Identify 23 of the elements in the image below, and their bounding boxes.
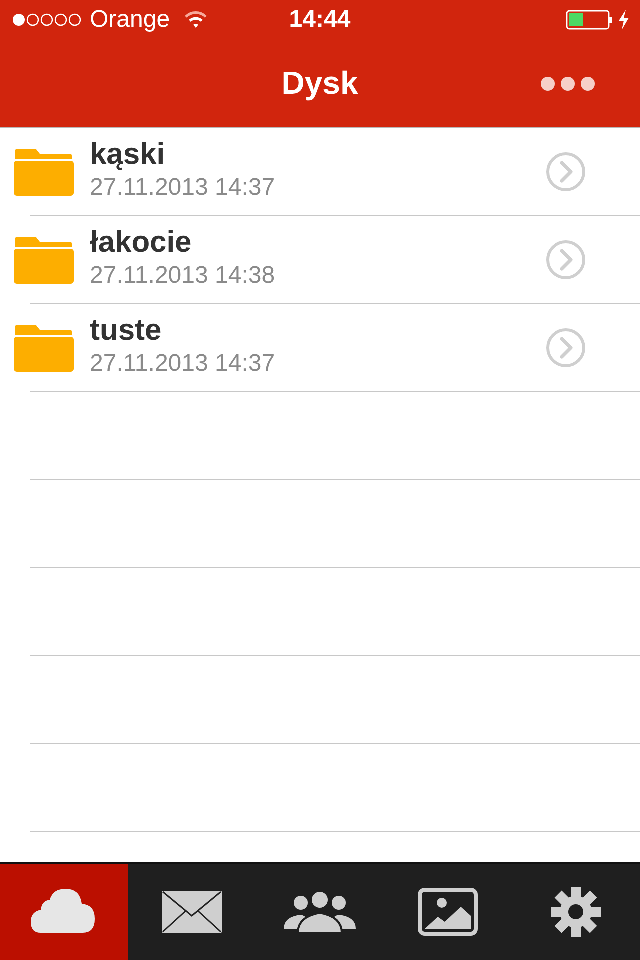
- more-icon[interactable]: [540, 76, 596, 92]
- signal-icon: [12, 13, 82, 27]
- picture-icon: [418, 888, 478, 936]
- folder-icon: [14, 324, 74, 372]
- battery-icon: [566, 10, 612, 30]
- carrier-name: Orange: [90, 6, 170, 34]
- folder-name[interactable]: kąski: [90, 138, 166, 172]
- folder-date: 27.11.2013 14:38: [90, 262, 276, 290]
- screen-title: Dysk: [282, 65, 358, 102]
- people-icon: [284, 891, 356, 933]
- folder-date: 27.11.2013 14:37: [90, 350, 276, 378]
- cloud-icon: [31, 889, 97, 935]
- settings-icon: [551, 887, 601, 937]
- folder-icon: [14, 236, 74, 284]
- wifi-icon: [184, 11, 208, 29]
- clock-time: 14:44: [289, 6, 351, 33]
- folder-name[interactable]: tuste: [90, 314, 162, 348]
- folder-icon: [14, 148, 74, 196]
- folder-name[interactable]: łakocie: [90, 226, 192, 260]
- charging-icon: [618, 10, 630, 30]
- tab-button[interactable]: [0, 862, 128, 960]
- mail-icon: [162, 891, 222, 933]
- folder-date: 27.11.2013 14:37: [90, 174, 276, 202]
